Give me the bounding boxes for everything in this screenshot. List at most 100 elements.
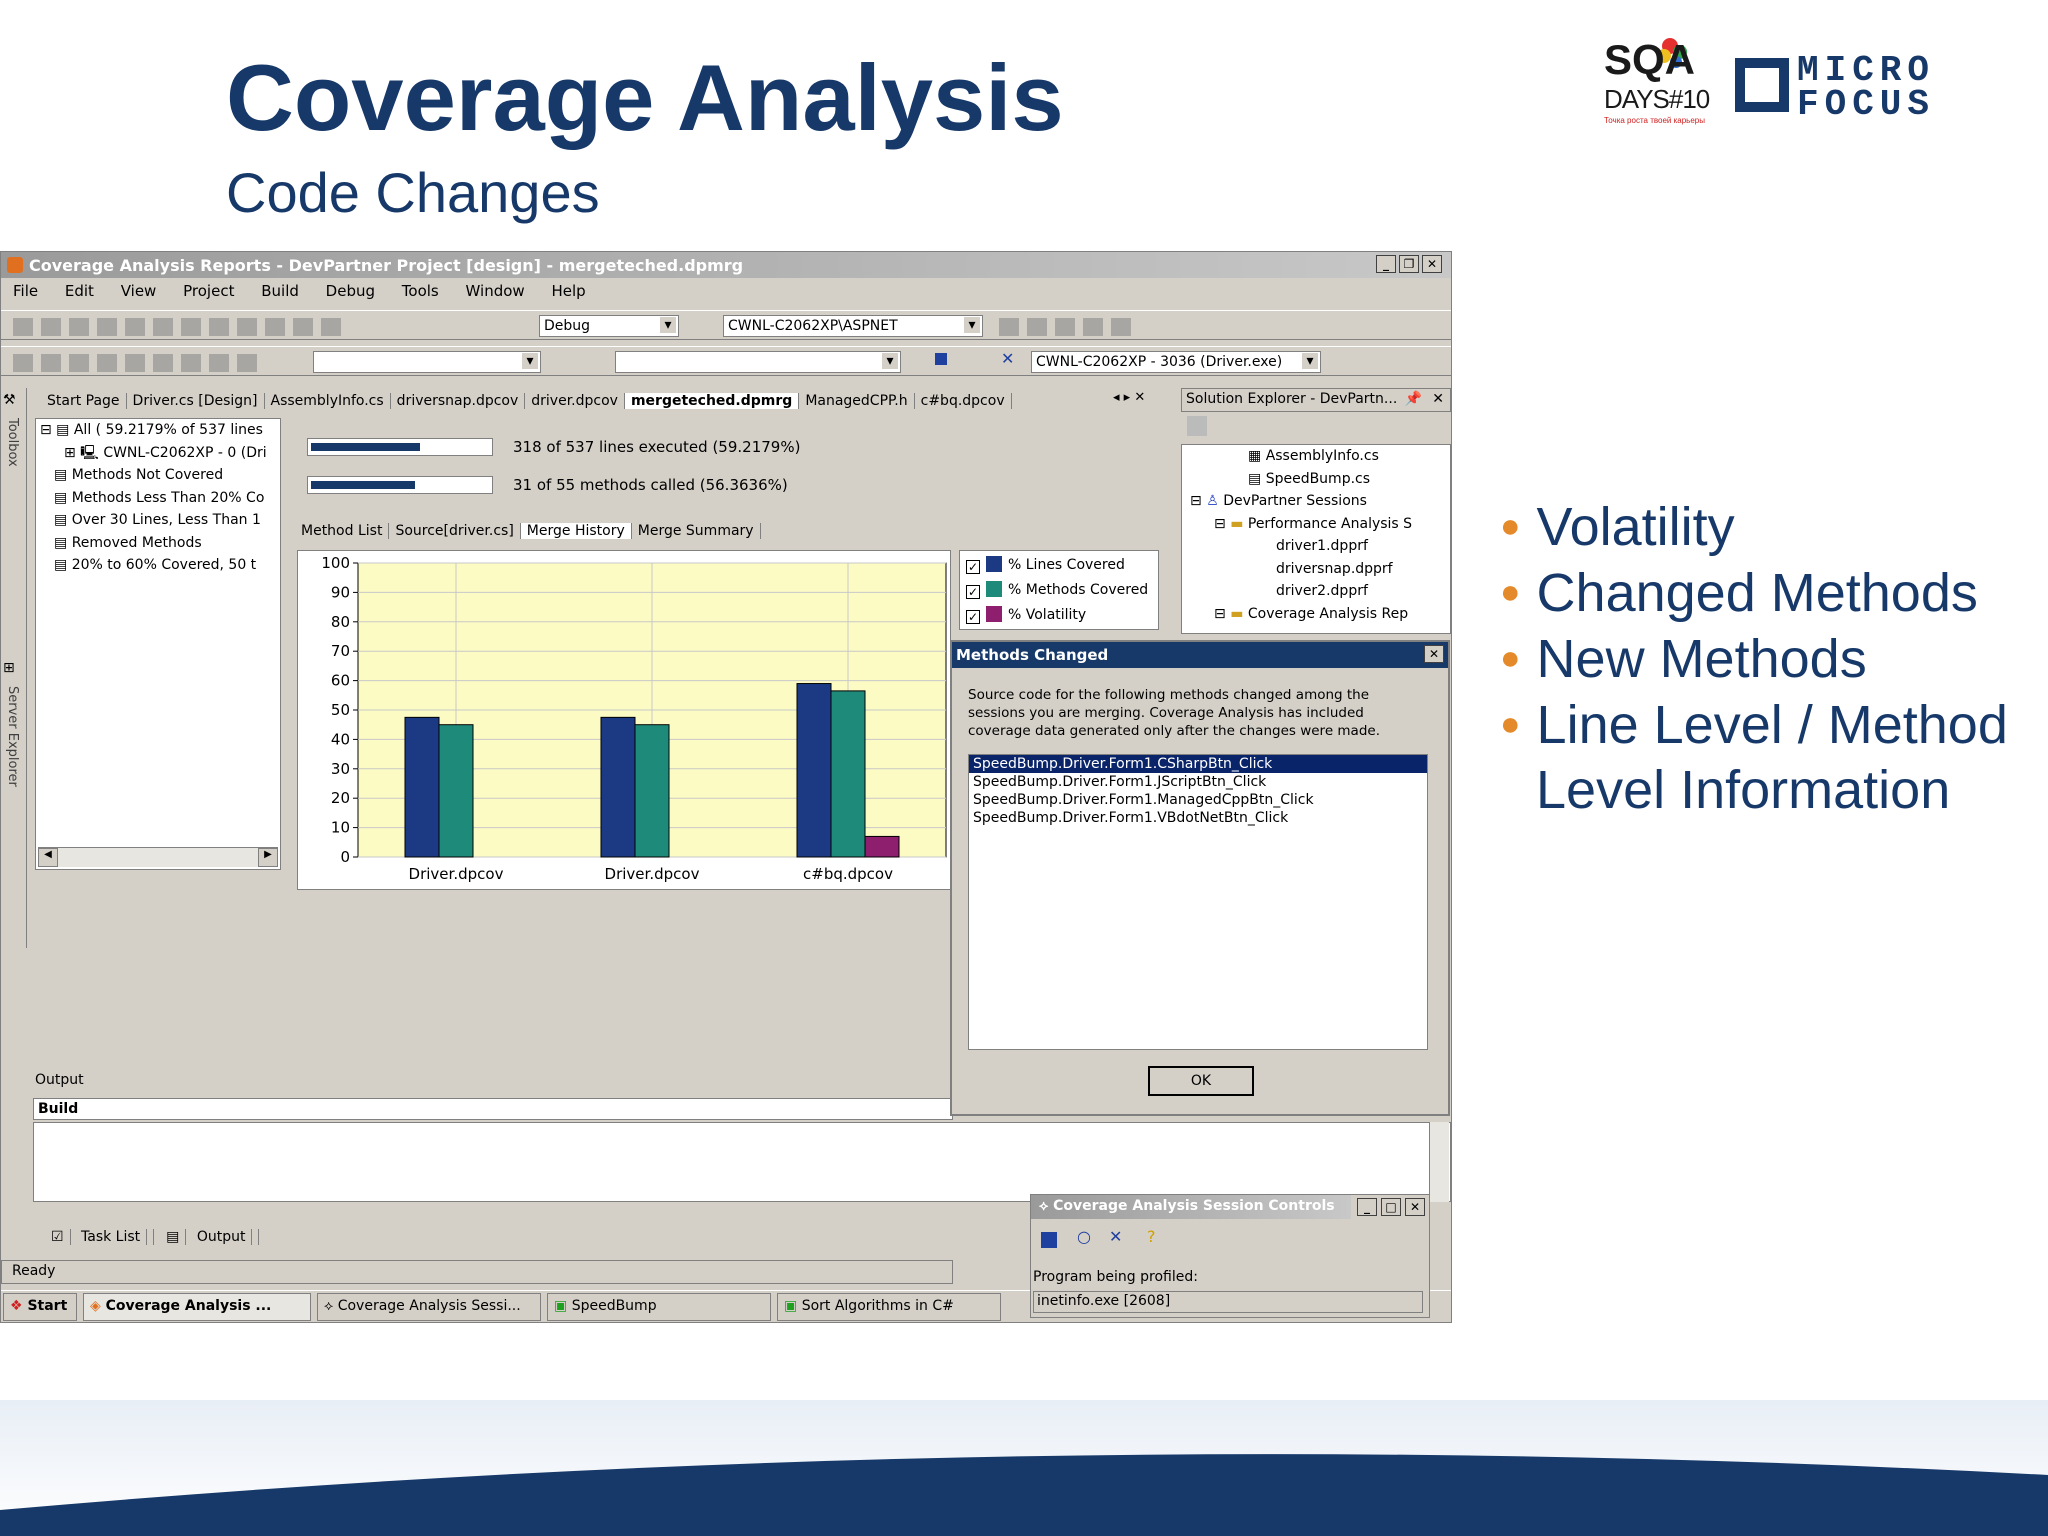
user-icon[interactable] bbox=[237, 353, 257, 372]
add-item-icon[interactable] bbox=[41, 317, 61, 336]
menu-help[interactable]: Help bbox=[551, 282, 585, 300]
tab-cbq[interactable]: c#bq.dpcov bbox=[915, 393, 1012, 409]
legend-lines[interactable]: ✓% Lines Covered bbox=[966, 553, 1152, 578]
window-titlebar[interactable]: Coverage Analysis Reports - DevPartner P… bbox=[1, 252, 1451, 278]
close-x-icon[interactable]: ✕ bbox=[1001, 349, 1014, 368]
tab-driver-design[interactable]: Driver.cs [Design] bbox=[127, 393, 265, 409]
session-controls-titlebar[interactable]: ⟡ Coverage Analysis Session Controls bbox=[1031, 1195, 1351, 1219]
output-text-area[interactable] bbox=[33, 1122, 1451, 1202]
toolbox-tab[interactable]: Toolbox bbox=[5, 418, 20, 467]
subtab-merge-history[interactable]: Merge History bbox=[520, 523, 632, 539]
dialog-titlebar[interactable]: Methods Changed ✕ bbox=[952, 642, 1448, 668]
server-explorer-icon[interactable]: ⊞ bbox=[3, 660, 15, 676]
pin-icon[interactable]: 📌 bbox=[1405, 391, 1422, 407]
tab-mergeteched[interactable]: mergeteched.dpmrg bbox=[624, 393, 800, 409]
close-icon[interactable]: ✕ bbox=[1432, 391, 1444, 407]
changed-methods-list[interactable]: SpeedBump.Driver.Form1.CSharpBtn_Click S… bbox=[968, 754, 1428, 1050]
coverage-icon[interactable] bbox=[153, 353, 173, 372]
tab-nav-icons[interactable]: ◂ ▸ ✕ bbox=[1113, 390, 1145, 405]
session-cancel-icon[interactable]: ✕ bbox=[1109, 1227, 1122, 1246]
copy-icon[interactable] bbox=[181, 317, 201, 336]
tree-item-less-20[interactable]: ▤ Methods Less Than 20% Co bbox=[40, 487, 280, 510]
tree-item-not-covered[interactable]: ▤ Methods Not Covered bbox=[40, 464, 280, 487]
task-speedbump[interactable]: ▣ SpeedBump bbox=[547, 1293, 771, 1321]
undo-icon[interactable] bbox=[237, 317, 257, 336]
tab-assemblyinfo[interactable]: AssemblyInfo.cs bbox=[265, 393, 391, 409]
menu-tools[interactable]: Tools bbox=[402, 282, 439, 300]
maximize-button[interactable]: ❐ bbox=[1399, 255, 1419, 273]
task-coverage-analysis[interactable]: ◈ Coverage Analysis ... bbox=[83, 1293, 311, 1321]
list-item[interactable]: SpeedBump.Driver.Form1.CSharpBtn_Click bbox=[969, 755, 1427, 773]
properties-icon[interactable] bbox=[1187, 416, 1207, 436]
empty-combo-1[interactable] bbox=[313, 351, 541, 373]
menu-project[interactable]: Project bbox=[183, 282, 234, 300]
close-button[interactable]: ✕ bbox=[1422, 255, 1442, 273]
sol-item[interactable]: ⊟ ▬ Performance Analysis S bbox=[1182, 513, 1450, 536]
new-project-icon[interactable] bbox=[13, 317, 33, 336]
session-close-button[interactable]: ✕ bbox=[1405, 1198, 1425, 1216]
tree-item-all[interactable]: ⊟ ▤ All ( 59.2179% of 537 lines bbox=[40, 419, 280, 442]
cut-icon[interactable] bbox=[153, 317, 173, 336]
navigate-icon[interactable] bbox=[293, 317, 313, 336]
sol-item[interactable]: ⊟ ▬ Coverage Analysis Rep bbox=[1182, 603, 1450, 626]
timer-icon[interactable] bbox=[97, 353, 117, 372]
tab-start-page[interactable]: Start Page bbox=[41, 393, 127, 409]
save-all-icon[interactable] bbox=[125, 317, 145, 336]
task-session-controls[interactable]: ⟡ Coverage Analysis Sessi... bbox=[317, 1293, 541, 1321]
tab-managedcpp[interactable]: ManagedCPP.h bbox=[799, 393, 915, 409]
session-help-icon[interactable]: ? bbox=[1147, 1227, 1156, 1246]
menu-build[interactable]: Build bbox=[261, 282, 299, 300]
list-item[interactable]: SpeedBump.Driver.Form1.JScriptBtn_Click bbox=[969, 773, 1427, 791]
memory-icon[interactable] bbox=[125, 353, 145, 372]
tree-item-over-30[interactable]: ▤ Over 30 Lines, Less Than 1 bbox=[40, 509, 280, 532]
menu-file[interactable]: File bbox=[13, 282, 38, 300]
start-button[interactable]: ❖ Start bbox=[3, 1293, 77, 1321]
session-maximize-button[interactable]: □ bbox=[1381, 1198, 1401, 1216]
sol-item[interactable]: ⊟ ♙ DevPartner Sessions bbox=[1182, 490, 1450, 513]
tool-icon-3[interactable] bbox=[69, 353, 89, 372]
build-combo[interactable]: Build bbox=[33, 1098, 953, 1120]
list-item[interactable]: SpeedBump.Driver.Form1.ManagedCppBtn_Cli… bbox=[969, 791, 1427, 809]
tab-output[interactable]: ▤ Output bbox=[154, 1229, 260, 1245]
tree-hscrollbar[interactable]: ◀ ▶ bbox=[38, 847, 278, 867]
subtab-merge-summary[interactable]: Merge Summary bbox=[632, 523, 761, 539]
breakpoint-icon[interactable] bbox=[209, 353, 229, 372]
menu-window[interactable]: Window bbox=[466, 282, 525, 300]
session-stop-icon[interactable] bbox=[1041, 1231, 1057, 1248]
sol-item[interactable]: driversnap.dpprf bbox=[1182, 558, 1450, 581]
start-debug-icon[interactable] bbox=[321, 317, 341, 336]
tab-driversnap[interactable]: driversnap.dpcov bbox=[391, 393, 526, 409]
tool-icon-1[interactable] bbox=[13, 353, 33, 372]
toolbox-icon[interactable]: ⚒ bbox=[3, 392, 16, 408]
minimize-button[interactable]: _ bbox=[1376, 255, 1396, 273]
task-sort-algorithms[interactable]: ▣ Sort Algorithms in C# bbox=[777, 1293, 1001, 1321]
tree-item-machine[interactable]: ⊞ 🖳 CWNL-C2062XP - 0 (Dri bbox=[40, 442, 280, 465]
ok-button[interactable]: OK bbox=[1148, 1066, 1254, 1096]
class-view-icon[interactable] bbox=[1027, 317, 1047, 336]
tab-driver-dpcov[interactable]: driver.dpcov bbox=[525, 393, 625, 409]
analysis-icon[interactable] bbox=[181, 353, 201, 372]
process-combo[interactable]: CWNL-C2062XP - 3036 (Driver.exe) bbox=[1031, 351, 1321, 373]
tools-icon[interactable] bbox=[1083, 317, 1103, 336]
menu-debug[interactable]: Debug bbox=[326, 282, 375, 300]
tab-task-list[interactable]: ☑ Task List bbox=[39, 1229, 155, 1245]
legend-volatility[interactable]: ✓% Volatility bbox=[966, 603, 1152, 628]
sol-item[interactable]: driver1.dpprf bbox=[1182, 535, 1450, 558]
object-browser-icon[interactable] bbox=[1055, 317, 1075, 336]
empty-combo-2[interactable] bbox=[615, 351, 901, 373]
server-explorer-tab[interactable]: Server Explorer bbox=[5, 686, 20, 787]
dialog-close-button[interactable]: ✕ bbox=[1424, 645, 1444, 663]
subtab-method-list[interactable]: Method List bbox=[295, 523, 390, 539]
tree-item-removed[interactable]: ▤ Removed Methods bbox=[40, 532, 280, 555]
config-combo[interactable]: Debug bbox=[539, 315, 679, 337]
session-minimize-button[interactable]: _ bbox=[1357, 1198, 1377, 1216]
legend-methods[interactable]: ✓% Methods Covered bbox=[966, 578, 1152, 603]
tool-icon-2[interactable] bbox=[41, 353, 61, 372]
paste-icon[interactable] bbox=[209, 317, 229, 336]
sol-item[interactable]: driver2.dpprf bbox=[1182, 580, 1450, 603]
extensions-icon[interactable] bbox=[1111, 317, 1131, 336]
open-icon[interactable] bbox=[69, 317, 89, 336]
sol-item[interactable]: ▤ SpeedBump.cs bbox=[1182, 468, 1450, 491]
session-clear-icon[interactable]: ○ bbox=[1077, 1227, 1091, 1246]
stop-icon[interactable] bbox=[935, 353, 947, 365]
